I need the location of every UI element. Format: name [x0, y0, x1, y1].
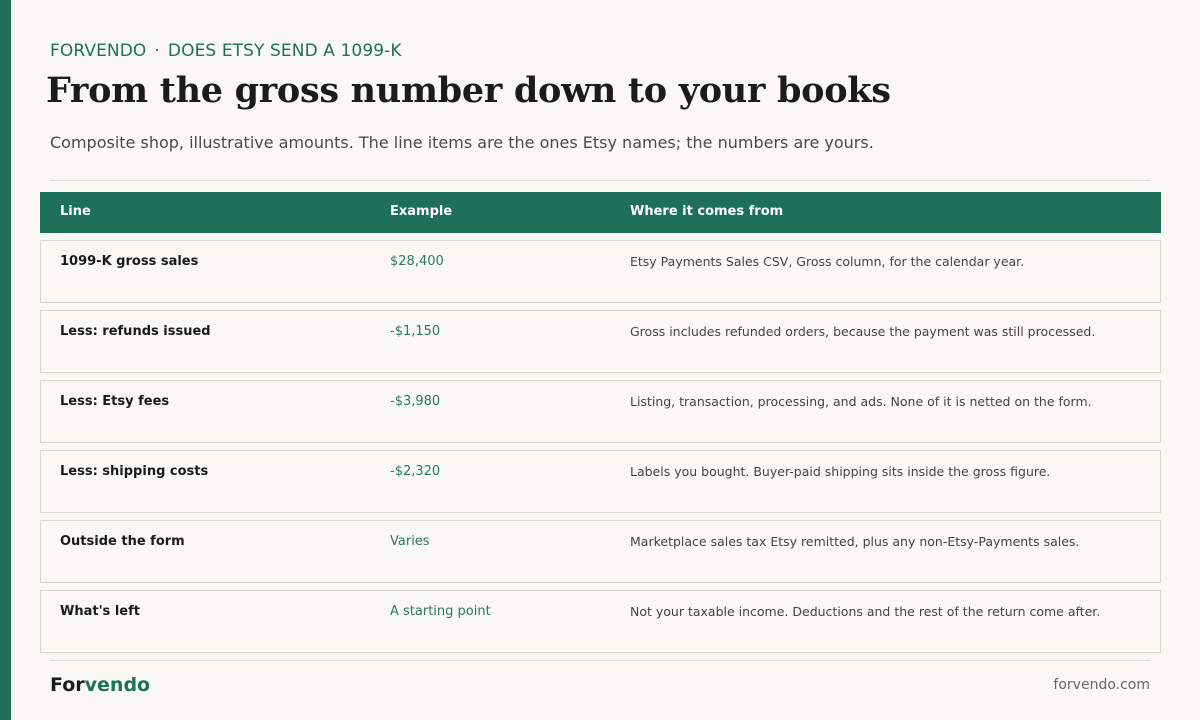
row-line: What's left [60, 604, 140, 619]
bottom-divider [50, 660, 1150, 661]
eyebrow-separator: · [154, 41, 160, 61]
table-row: What's left A starting point Not your ta… [40, 590, 1161, 653]
accent-bar [0, 0, 11, 720]
table-row: 1099-K gross sales $28,400 Etsy Payments… [40, 240, 1161, 303]
eyebrow-section: DOES ETSY SEND A 1099-K [167, 41, 402, 61]
column-header-source: Where it comes from [630, 204, 784, 219]
table-row: Less: shipping costs -$2,320 Labels you … [40, 450, 1161, 513]
footer-logo-part2: vendo [84, 674, 151, 696]
row-example: -$1,150 [390, 324, 441, 339]
page-title: From the gross number down to your books [46, 70, 891, 111]
eyebrow: FORVENDO · DOES ETSY SEND A 1099-K [50, 41, 402, 61]
row-example: Varies [390, 534, 430, 549]
top-divider [50, 180, 1150, 181]
row-line: Less: refunds issued [60, 324, 211, 339]
row-source: Listing, transaction, processing, and ad… [630, 394, 1092, 409]
row-example: -$3,980 [390, 394, 441, 409]
eyebrow-brand: FORVENDO [50, 41, 147, 61]
footer-logo-part1: For [50, 674, 85, 696]
row-line: 1099-K gross sales [60, 254, 199, 269]
footer-site-link[interactable]: forvendo.com [1053, 677, 1150, 693]
row-line: Less: Etsy fees [60, 394, 170, 409]
row-source: Etsy Payments Sales CSV, Gross column, f… [630, 254, 1025, 269]
row-example: -$2,320 [390, 464, 441, 479]
column-header-example: Example [390, 204, 453, 219]
row-source: Gross includes refunded orders, because … [630, 324, 1096, 339]
table-row: Less: Etsy fees -$3,980 Listing, transac… [40, 380, 1161, 443]
row-source: Not your taxable income. Deductions and … [630, 604, 1101, 619]
page-subtitle: Composite shop, illustrative amounts. Th… [50, 133, 874, 152]
row-example: $28,400 [390, 254, 444, 269]
row-example: A starting point [390, 604, 491, 619]
footer-logo[interactable]: Forvendo [50, 674, 150, 696]
row-line: Outside the form [60, 534, 185, 549]
table-row: Outside the form Varies Marketplace sale… [40, 520, 1161, 583]
table-row: Less: refunds issued -$1,150 Gross inclu… [40, 310, 1161, 373]
row-line: Less: shipping costs [60, 464, 209, 479]
column-header-line: Line [60, 204, 91, 219]
row-source: Marketplace sales tax Etsy remitted, plu… [630, 534, 1080, 549]
table-header: Line Example Where it comes from [40, 192, 1161, 233]
row-source: Labels you bought. Buyer-paid shipping s… [630, 464, 1051, 479]
